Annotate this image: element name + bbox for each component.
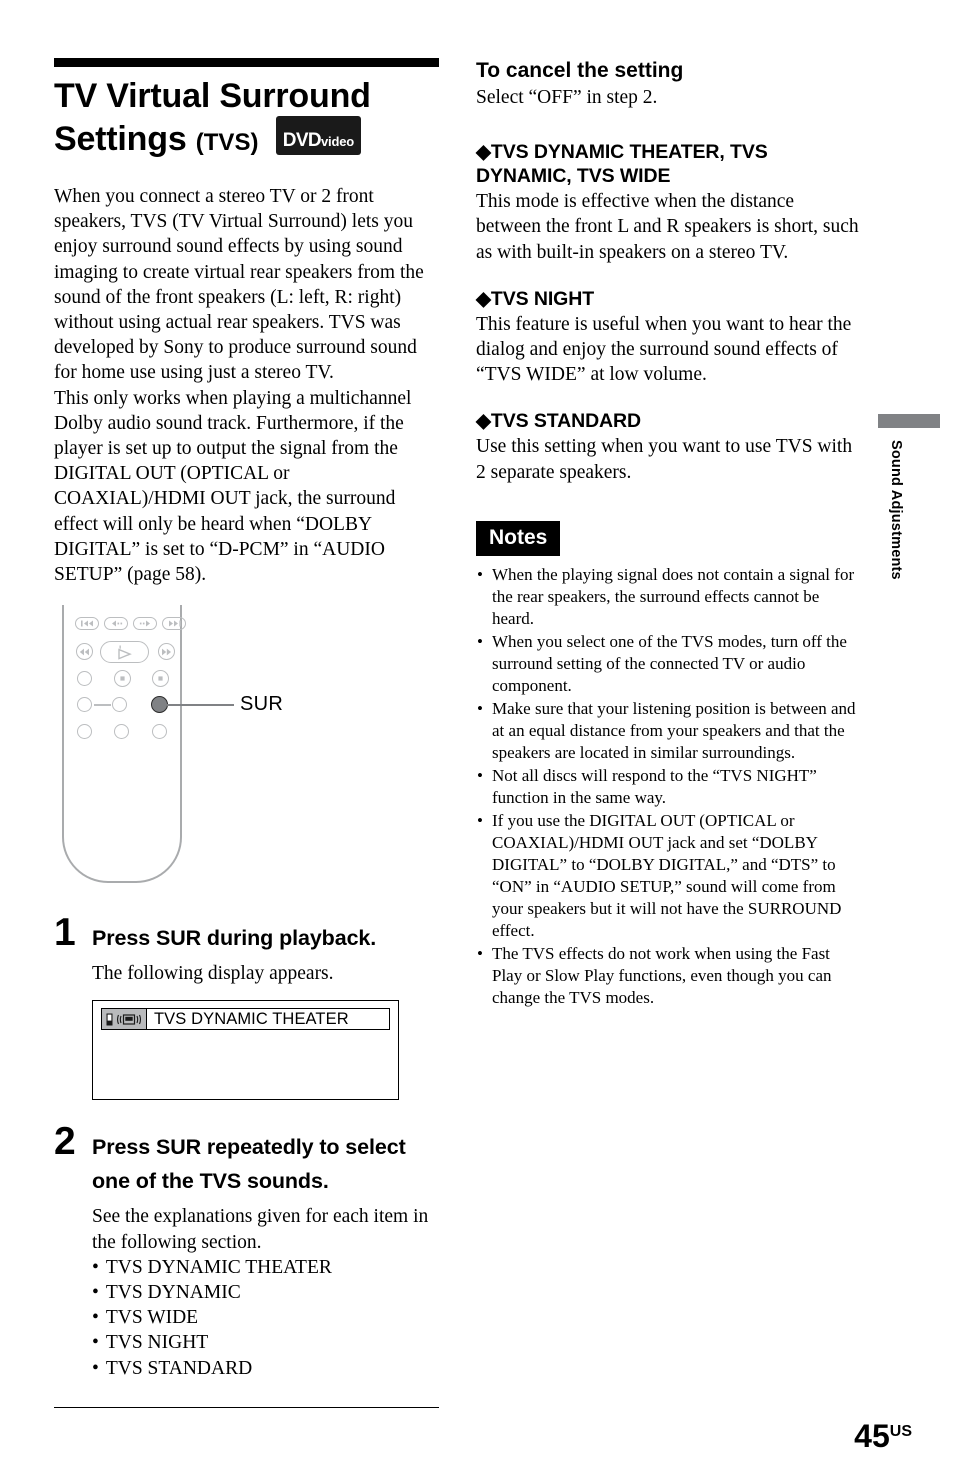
notes-badge: Notes: [476, 520, 561, 556]
note-item: When the playing signal does not contain…: [476, 564, 861, 630]
dvd-logo-secondary: video: [321, 134, 354, 149]
display-mode-text: TVS DYNAMIC THEATER: [154, 1009, 349, 1028]
step-forward-button[interactable]: [133, 617, 157, 631]
page-number: 45: [854, 1418, 890, 1454]
list-item: TVS NIGHT: [92, 1330, 439, 1355]
display-icon-group: [102, 1009, 147, 1030]
dvd-logo-primary: DVD: [282, 130, 322, 151]
next-track-button[interactable]: [162, 617, 186, 631]
section-heading-tvs-standard: ◆TVS STANDARD: [476, 410, 642, 433]
sur-callout-label: SUR: [240, 693, 284, 716]
document-page: TV Virtual Surround Settings (TVS) DVDvi…: [0, 0, 954, 1483]
note-item: If you use the DIGITAL OUT (OPTICAL or C…: [476, 810, 861, 942]
note-item: The TVS effects do not work when using t…: [476, 943, 861, 1009]
section-heading-tvs-night: ◆TVS NIGHT: [476, 287, 594, 310]
list-item: TVS DYNAMIC: [92, 1280, 439, 1305]
list-item: TVS DYNAMIC THEATER: [92, 1255, 439, 1280]
display-status-bar: TVS DYNAMIC THEATER: [101, 1008, 390, 1031]
step-2: 2 Press SUR repeatedly to select one of …: [54, 1122, 439, 1381]
list-item: TVS WIDE: [92, 1305, 439, 1330]
cancel-setting-heading: To cancel the setting: [476, 59, 684, 82]
step-2-subtext: See the explanations given for each item…: [92, 1206, 429, 1253]
page-title: TV Virtual Surround Settings (TVS) DVDvi…: [54, 77, 439, 162]
tvs-mode-list: TVS DYNAMIC THEATER TVS DYNAMIC TVS WIDE…: [92, 1255, 439, 1381]
note-item: Not all discs will respond to the “TVS N…: [476, 765, 861, 809]
step-1: 1 Press SUR during playback. The followi…: [54, 913, 439, 1101]
step-reverse-button[interactable]: [104, 617, 128, 631]
notes-list: When the playing signal does not contain…: [476, 564, 861, 1009]
section-body-tvs-night: This feature is useful when you want to …: [476, 313, 852, 386]
page-title-line1: TV Virtual Surround: [54, 77, 371, 115]
side-tab-label: Sound Adjustments: [888, 440, 904, 580]
sur-leader-line: [167, 704, 234, 707]
step-1-subtext: The following display appears.: [92, 963, 334, 985]
section-heading-dynamic-theater: ◆TVS DYNAMIC THEATER, TVS DYNAMIC, TVS W…: [476, 141, 768, 188]
remote-control-illustration: SUR: [54, 605, 439, 895]
note-item: Make sure that your listening position i…: [476, 698, 861, 764]
side-tab-bar: [878, 414, 940, 428]
play-button[interactable]: [100, 641, 149, 664]
button-link-line: [94, 704, 111, 706]
note-item: When you select one of the TVS modes, tu…: [476, 631, 861, 697]
intro-paragraph-2: This only works when playing a multichan…: [54, 387, 412, 586]
prev-track-button[interactable]: [75, 617, 99, 631]
intro-paragraph-1: When you connect a stereo TV or 2 front …: [54, 186, 424, 384]
page-title-line2: Settings: [54, 120, 187, 158]
right-column: To cancel the setting Select “OFF” in st…: [476, 58, 861, 1010]
dvd-video-logo: DVDvideo: [275, 116, 361, 155]
list-item: TVS STANDARD: [92, 1356, 439, 1381]
section-side-tab: Sound Adjustments: [878, 414, 940, 580]
battery-icon: [106, 1013, 113, 1026]
step-1-heading: Press SUR during playback.: [92, 926, 377, 951]
column-bottom-rule: [54, 1406, 439, 1408]
step-2-heading: Press SUR repeatedly to select one of th…: [92, 1135, 406, 1194]
left-column: TV Virtual Surround Settings (TVS) DVDvi…: [54, 58, 439, 1408]
step-1-number: 1: [54, 911, 76, 955]
section-body-tvs-standard: Use this setting when you want to use TV…: [476, 436, 853, 483]
step-2-number: 2: [54, 1120, 76, 1164]
display-preview-panel: TVS DYNAMIC THEATER: [92, 1000, 399, 1101]
page-number-suffix: US: [889, 1423, 912, 1440]
page-footer: 45US: [854, 1418, 912, 1455]
section-body-dynamic-theater: This mode is effective when the distance…: [476, 191, 859, 263]
surround-speaker-icon: [117, 1014, 141, 1025]
title-rule: [54, 58, 439, 67]
cancel-setting-body: Select “OFF” in step 2.: [476, 87, 658, 108]
page-title-abbrev: (TVS): [195, 129, 259, 156]
